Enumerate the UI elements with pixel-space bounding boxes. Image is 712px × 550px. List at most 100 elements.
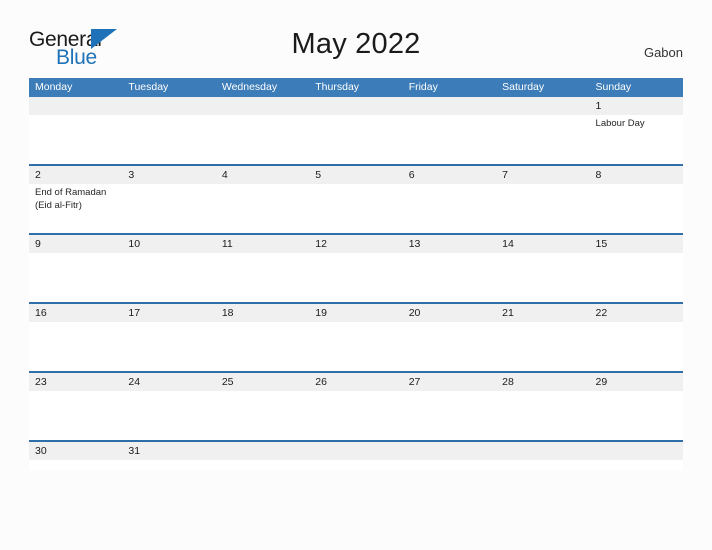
calendar-day-cell-empty xyxy=(122,97,215,164)
calendar-day-cell[interactable]: 28 xyxy=(496,373,589,440)
day-number: 29 xyxy=(595,376,608,388)
calendar-day-cell[interactable]: 24 xyxy=(122,373,215,440)
calendar-day-cell[interactable]: 30 xyxy=(29,442,122,470)
calendar-day-cell[interactable]: 12 xyxy=(309,235,402,302)
day-event-label: (Eid al-Fitr) xyxy=(35,200,82,211)
calendar-week-row: 23 24 25 26 27 28 29 xyxy=(29,371,683,440)
calendar-day-cell[interactable]: 20 xyxy=(403,304,496,371)
weekday-header-row: Monday Tuesday Wednesday Thursday Friday… xyxy=(29,78,683,97)
weekday-header-tuesday: Tuesday xyxy=(128,81,169,93)
calendar-day-cell[interactable]: 4 xyxy=(216,166,309,233)
day-number: 10 xyxy=(128,238,141,250)
calendar-day-cell[interactable]: 7 xyxy=(496,166,589,233)
calendar-day-cell-empty xyxy=(403,442,496,470)
calendar-week-row: 1 Labour Day xyxy=(29,97,683,164)
day-number: 11 xyxy=(221,238,233,250)
day-number: 22 xyxy=(595,307,608,319)
calendar-day-cell[interactable]: 22 xyxy=(590,304,683,371)
calendar-day-cell[interactable]: 23 xyxy=(29,373,122,440)
country-label: Gabon xyxy=(643,45,683,60)
calendar-weeks: 1 Labour Day 2 End of Ramadan (Eid al-Fitr) 3… xyxy=(29,97,683,470)
weekday-header-friday: Friday xyxy=(408,81,438,93)
day-number: 5 xyxy=(315,169,322,181)
calendar-week-row: 30 31 xyxy=(29,440,683,470)
day-number xyxy=(309,97,402,115)
calendar-day-cell-empty xyxy=(29,97,122,164)
day-number: 15 xyxy=(595,238,608,250)
calendar-week-body: 9 10 11 12 13 14 15 xyxy=(29,235,683,302)
calendar-day-cell[interactable]: 6 xyxy=(403,166,496,233)
day-number xyxy=(29,97,122,115)
calendar-day-cell[interactable]: 15 xyxy=(590,235,683,302)
calendar-day-cell[interactable]: 14 xyxy=(496,235,589,302)
day-number: 19 xyxy=(315,307,327,319)
day-number: 12 xyxy=(315,238,327,250)
day-number: 30 xyxy=(35,445,47,457)
day-number: 25 xyxy=(221,376,234,388)
calendar-day-cell-empty xyxy=(216,442,309,470)
weekday-header-thursday: Thursday xyxy=(315,81,360,93)
day-number: 2 xyxy=(35,169,41,181)
calendar-day-cell-empty xyxy=(590,442,683,470)
calendar-day-cell-empty xyxy=(496,442,589,470)
day-event-label: Labour Day xyxy=(595,118,645,129)
calendar-day-cell[interactable]: 21 xyxy=(496,304,589,371)
day-number: 17 xyxy=(128,307,141,319)
day-number: 4 xyxy=(221,169,228,181)
calendar-day-cell[interactable]: 17 xyxy=(122,304,215,371)
day-number: 23 xyxy=(35,376,47,388)
calendar-day-cell[interactable]: 11 xyxy=(216,235,309,302)
calendar-day-cell-empty xyxy=(496,97,589,164)
calendar-week-row: 9 10 11 12 13 14 15 xyxy=(29,233,683,302)
calendar-day-cell[interactable]: 16 xyxy=(29,304,122,371)
day-number: 13 xyxy=(408,238,421,250)
calendar-day-cell[interactable]: 9 xyxy=(29,235,122,302)
calendar-day-cell[interactable]: 19 xyxy=(309,304,402,371)
calendar-day-cell[interactable]: 5 xyxy=(309,166,402,233)
calendar-week-body: 2 End of Ramadan (Eid al-Fitr) 3 4 5 6 7 8 xyxy=(29,166,683,233)
calendar-day-cell[interactable]: 25 xyxy=(216,373,309,440)
calendar-day-cell[interactable]: 18 xyxy=(216,304,309,371)
calendar-day-cell[interactable]: 3 xyxy=(122,166,215,233)
day-number: 1 xyxy=(595,100,602,112)
day-number: 8 xyxy=(595,169,602,181)
calendar-week-body: 30 31 xyxy=(29,442,683,470)
day-number: 7 xyxy=(502,169,508,181)
day-events: Labour Day xyxy=(590,115,683,130)
calendar-day-cell[interactable]: 8 xyxy=(590,166,683,233)
day-number xyxy=(122,97,215,115)
weekday-header-saturday: Saturday xyxy=(502,81,545,93)
calendar-day-cell-empty xyxy=(216,97,309,164)
day-event-label: End of Ramadan xyxy=(35,187,107,198)
day-number: 3 xyxy=(128,169,135,181)
calendar-day-cell[interactable]: 13 xyxy=(403,235,496,302)
day-number: 21 xyxy=(502,307,514,319)
calendar-day-cell[interactable]: 26 xyxy=(309,373,402,440)
calendar-day-cell[interactable]: 2 End of Ramadan (Eid al-Fitr) xyxy=(29,166,122,233)
weekday-header-sunday: Sunday xyxy=(595,81,632,93)
calendar-day-cell[interactable]: 29 xyxy=(590,373,683,440)
day-number xyxy=(496,442,589,460)
day-number xyxy=(216,97,309,115)
calendar-grid: Monday Tuesday Wednesday Thursday Friday… xyxy=(29,78,683,470)
day-number: 18 xyxy=(221,307,234,319)
day-number: 9 xyxy=(35,238,41,250)
calendar-day-cell[interactable]: 10 xyxy=(122,235,215,302)
calendar-week-body: 1 Labour Day xyxy=(29,97,683,164)
weekday-header-wednesday: Wednesday xyxy=(221,81,278,93)
page-title: May 2022 xyxy=(291,28,421,60)
calendar-day-cell-empty xyxy=(403,97,496,164)
calendar-day-cell[interactable]: 27 xyxy=(403,373,496,440)
calendar-day-cell[interactable]: 31 xyxy=(122,442,215,470)
calendar-day-cell[interactable]: 1 Labour Day xyxy=(590,97,683,164)
day-number: 16 xyxy=(35,307,47,319)
weekday-header-monday: Monday xyxy=(35,81,73,93)
calendar-day-cell-empty xyxy=(309,97,402,164)
day-number xyxy=(403,442,496,460)
day-events: End of Ramadan (Eid al-Fitr) xyxy=(29,184,122,212)
day-number: 27 xyxy=(408,376,421,388)
calendar-week-row: 2 End of Ramadan (Eid al-Fitr) 3 4 5 6 7 8 xyxy=(29,164,683,233)
page-header: General Blue May 2022 Gabon xyxy=(0,0,712,78)
day-number xyxy=(496,97,589,115)
calendar-week-row: 16 17 18 19 20 21 22 xyxy=(29,302,683,371)
